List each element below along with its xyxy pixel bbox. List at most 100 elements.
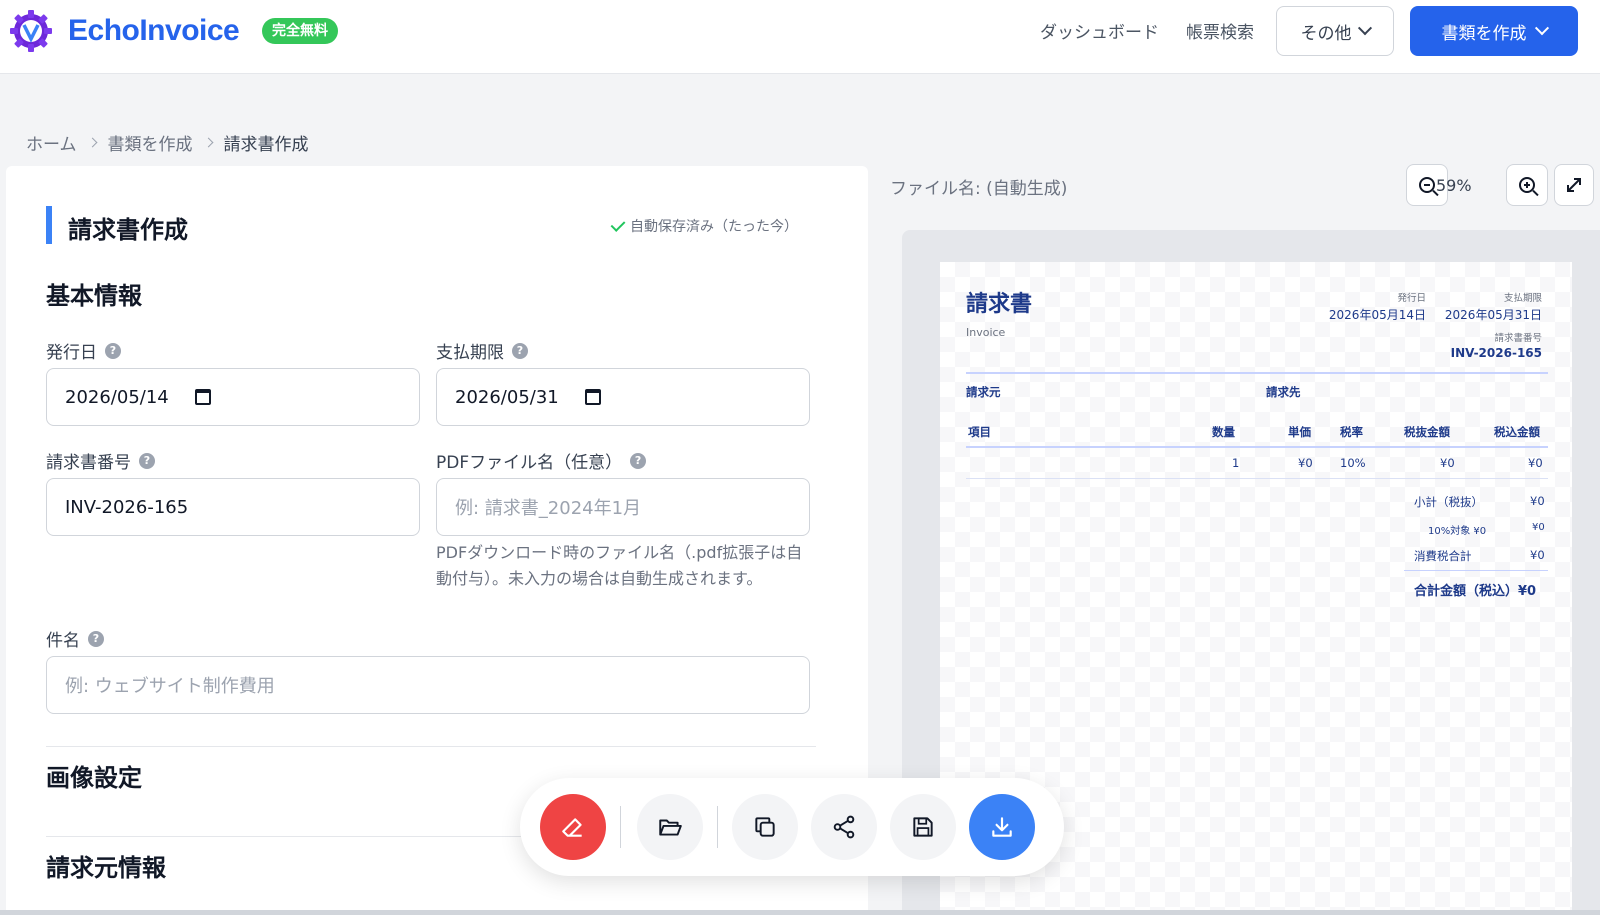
eraser-icon — [562, 818, 582, 837]
issue-date-label: 発行日 ? — [46, 338, 121, 363]
issue-date-label-text: 発行日 — [46, 343, 97, 363]
breadcrumb: ホーム 書類を作成 請求書作成 — [26, 130, 309, 155]
folder-open-icon — [659, 819, 682, 836]
basic-info-heading: 基本情報 — [46, 282, 142, 310]
autosave-text: 自動保存済み（たった今） — [630, 219, 798, 235]
expand-icon — [1567, 178, 1581, 192]
free-badge: 完全無料 — [262, 18, 338, 44]
preview-issue-date-label: 発行日 — [1397, 293, 1426, 304]
help-icon[interactable]: ? — [630, 452, 647, 469]
preview-due-date-value: 2026年05月31日 — [1444, 308, 1542, 322]
preview-rule — [966, 372, 1548, 374]
clear-button[interactable] — [540, 794, 606, 860]
action-toolbar — [520, 778, 1064, 876]
preview-col-incl-tax: 税込金額 — [1494, 425, 1540, 439]
due-date-label: 支払期限 ? — [436, 338, 528, 363]
preview-col-item: 項目 — [968, 425, 991, 439]
preview-taxable-value: ¥0 — [1532, 522, 1545, 533]
preview-row-tax-rate: 10% — [1340, 456, 1366, 470]
issue-date-value: 2026/05/14 — [65, 386, 169, 408]
download-button[interactable] — [969, 794, 1035, 860]
preview-row-excl-tax: ¥0 — [1440, 456, 1455, 470]
other-menu-button[interactable]: その他 — [1276, 6, 1394, 56]
copy-icon — [755, 817, 775, 837]
help-icon[interactable]: ? — [139, 452, 155, 469]
horizontal-scrollbar[interactable] — [0, 910, 1600, 915]
zoom-in-button[interactable] — [1506, 164, 1548, 206]
help-icon[interactable]: ? — [512, 342, 528, 359]
chevron-right-icon — [203, 137, 213, 148]
title-accent-bar — [46, 206, 52, 244]
invoice-number-label-text: 請求書番号 — [46, 453, 131, 473]
preview-row-unit-price: ¥0 — [1298, 456, 1313, 470]
fullscreen-button[interactable] — [1554, 164, 1594, 206]
help-icon[interactable]: ? — [105, 342, 121, 359]
calendar-icon[interactable] — [585, 389, 601, 405]
open-button[interactable] — [637, 794, 703, 860]
duplicate-button[interactable] — [732, 794, 798, 860]
share-icon — [833, 815, 855, 839]
preview-doc-title: 請求書 — [966, 292, 1033, 317]
nav-document-search[interactable]: 帳票検索 — [1186, 18, 1254, 43]
preview-issue-date-value: 2026年05月14日 — [1328, 308, 1426, 322]
save-button[interactable] — [890, 794, 956, 860]
due-date-value: 2026/05/31 — [455, 386, 559, 408]
breadcrumb-home[interactable]: ホーム — [26, 130, 77, 155]
preview-row-qty: 1 — [1232, 456, 1240, 470]
due-date-input[interactable]: 2026/05/31 — [436, 368, 810, 426]
form-title: 請求書作成 — [68, 216, 188, 244]
preview-subtotal-label: 小計（税抜） — [1414, 495, 1483, 509]
create-document-label: 書類を作成 — [1441, 23, 1527, 44]
preview-total-rule — [1404, 570, 1548, 571]
preview-row-incl-tax: ¥0 — [1528, 456, 1543, 470]
pdf-filename-label: PDFファイル名（任意） ? — [436, 448, 647, 473]
zoom-out-icon — [1419, 177, 1435, 193]
image-settings-heading[interactable]: 画像設定 — [46, 758, 142, 793]
share-button[interactable] — [811, 794, 877, 860]
preview-to-label: 請求先 — [1266, 385, 1301, 399]
toolbar-separator — [717, 806, 718, 848]
breadcrumb-create-document[interactable]: 書類を作成 — [108, 130, 193, 155]
subject-label-text: 件名 — [46, 631, 80, 651]
preview-subtotal-value: ¥0 — [1530, 494, 1545, 508]
preview-file-name: ファイル名: (自動生成) — [890, 179, 1068, 199]
download-icon — [992, 817, 1012, 837]
invoice-number-label: 請求書番号 ? — [46, 448, 155, 473]
toolbar-separator — [620, 806, 621, 848]
chevron-down-icon — [1357, 21, 1372, 36]
preview-from-label: 請求元 — [966, 385, 1001, 399]
preview-doc-subtitle: Invoice — [966, 326, 1006, 339]
pdf-filename-input[interactable]: 例: 請求書_2024年1月 — [436, 478, 810, 536]
breadcrumb-current: 請求書作成 — [223, 135, 309, 155]
brand-name[interactable]: EchoInvoice — [68, 14, 240, 48]
preview-tax-total-value: ¥0 — [1530, 548, 1545, 562]
help-icon[interactable]: ? — [88, 630, 104, 647]
calendar-icon[interactable] — [195, 389, 211, 405]
check-icon — [610, 216, 626, 232]
chevron-right-icon — [87, 137, 97, 148]
autosave-status: 自動保存済み（たった今） — [610, 216, 798, 236]
section-divider — [46, 746, 816, 747]
preview-header-rule — [966, 446, 1548, 448]
preview-col-excl-tax: 税抜金額 — [1404, 425, 1450, 439]
preview-grand-total: 合計金額（税込）¥0 — [1414, 584, 1537, 599]
invoice-number-input[interactable]: INV-2026-165 — [46, 478, 420, 536]
preview-col-unit-price: 単価 — [1288, 425, 1311, 439]
preview-tax-total-label: 消費税合計 — [1414, 549, 1472, 563]
create-document-button[interactable]: 書類を作成 — [1410, 6, 1578, 56]
preview-number-label: 請求書番号 — [1494, 333, 1542, 344]
zoom-level: 59% — [1436, 176, 1472, 195]
chevron-down-icon — [1534, 21, 1549, 36]
subject-input[interactable]: 例: ウェブサイト制作費用 — [46, 656, 810, 714]
logo-icon[interactable] — [8, 10, 54, 52]
preview-number-value: INV-2026-165 — [1450, 346, 1542, 360]
due-date-label-text: 支払期限 — [436, 343, 504, 363]
pdf-filename-hint: PDFダウンロード時のファイル名（.pdf拡張子は自動付与）。未入力の場合は自動… — [436, 543, 803, 588]
preview-col-tax-rate: 税率 — [1340, 425, 1363, 439]
nav-dashboard[interactable]: ダッシュボード — [1040, 18, 1159, 43]
issuer-info-heading[interactable]: 請求元情報 — [46, 848, 166, 883]
preview-taxable-label: 10%対象 ¥0 — [1428, 526, 1487, 537]
save-icon — [913, 817, 933, 837]
subject-label: 件名 ? — [46, 626, 104, 651]
issue-date-input[interactable]: 2026/05/14 — [46, 368, 420, 426]
